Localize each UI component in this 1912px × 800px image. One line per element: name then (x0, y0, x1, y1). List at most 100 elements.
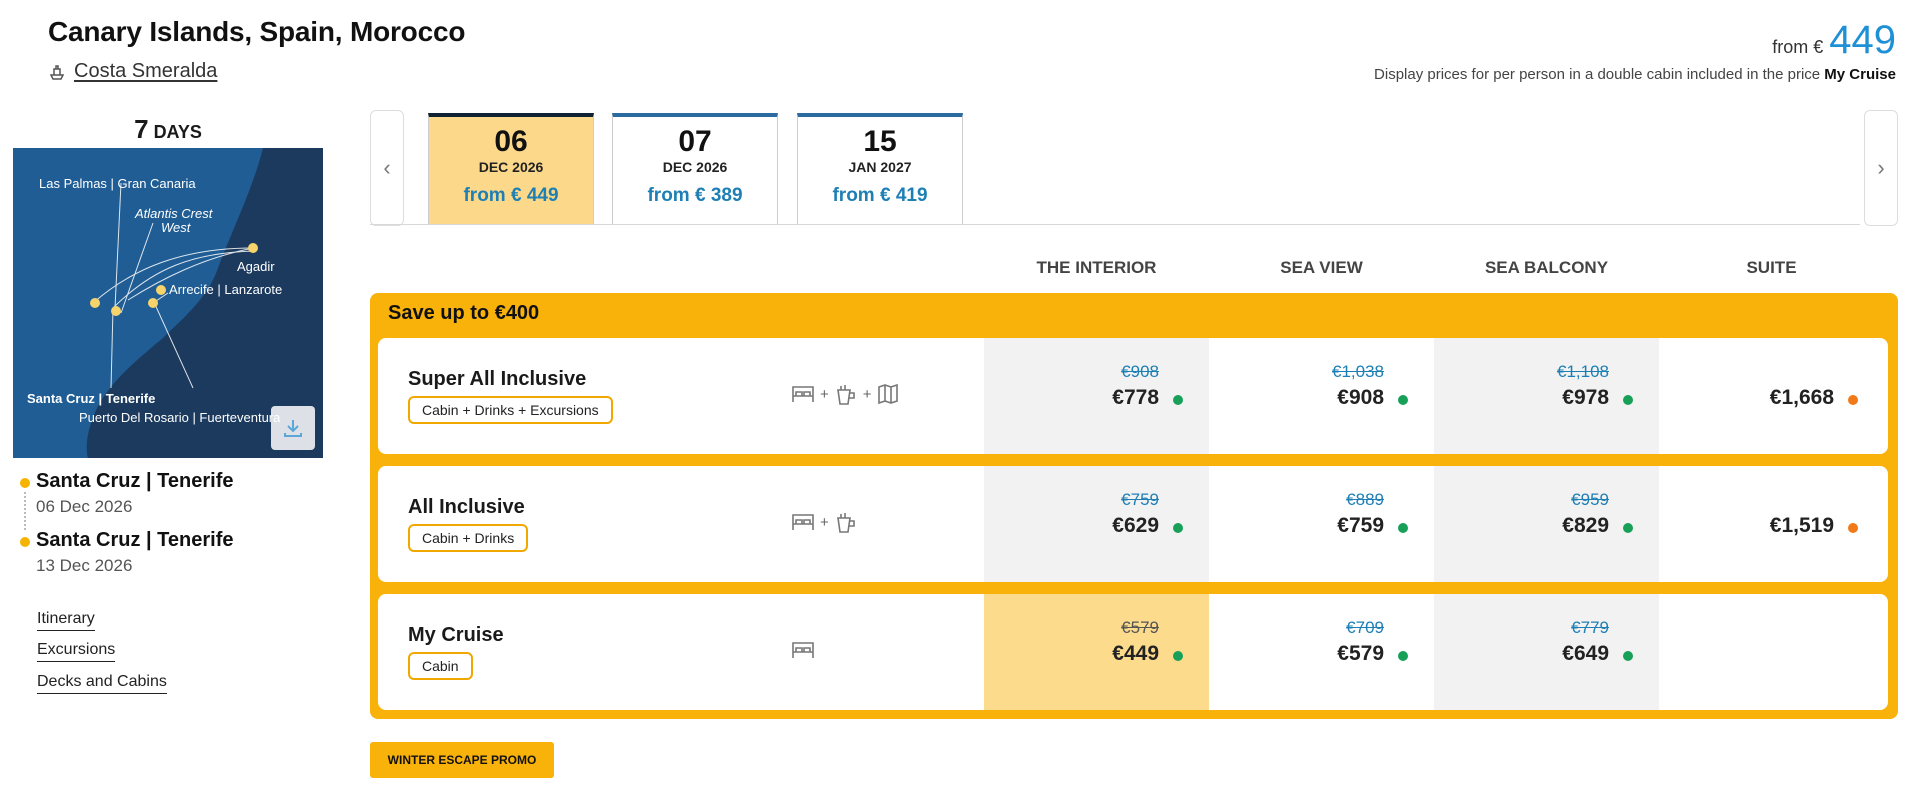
date-tab-0[interactable]: 06 DEC 2026 from € 449 (428, 113, 594, 224)
ship-name[interactable]: Costa Smeralda (74, 60, 217, 83)
old-price: €709 (1346, 618, 1384, 637)
tabs-divider (370, 224, 1860, 225)
departure-date: 06 Dec 2026 (36, 497, 133, 516)
route-connector (24, 492, 26, 530)
tab-month: JAN 2027 (848, 159, 912, 175)
chevron-left-icon: ‹ (383, 155, 391, 180)
link-excursions[interactable]: Excursions (37, 641, 116, 662)
arrival-stop: Santa Cruz | Tenerife 13 Dec 2026 (20, 529, 234, 576)
old-price: €579 (1121, 618, 1159, 637)
map-label: West (161, 220, 192, 235)
availability-dot (1848, 523, 1858, 533)
price-cell[interactable]: €709 €579 (1209, 594, 1434, 710)
package-row-my-cruise: €579 €449 €709 €579 €779 €649 My Cruise … (378, 594, 1888, 710)
col-sea-balcony: SEA BALCONY (1484, 258, 1609, 277)
package-tag: Cabin + Drinks (408, 524, 529, 552)
departure-port: Santa Cruz | Tenerife (20, 470, 234, 493)
drink-icon (836, 513, 855, 533)
price-from-label: from € (1772, 37, 1824, 57)
promo-title: Save up to €400 (388, 302, 540, 324)
map-download-button[interactable] (271, 406, 315, 450)
port-marker (90, 298, 100, 308)
package-name: My Cruise (408, 624, 504, 646)
days-label: DAYS (153, 122, 202, 142)
old-price: €759 (1121, 490, 1159, 509)
map-icon (877, 383, 898, 405)
tab-month: DEC 2026 (478, 159, 544, 175)
price-cell-selected[interactable]: €579 €449 (984, 594, 1209, 710)
map-label: Santa Cruz | Tenerife (27, 391, 155, 406)
next-dates-button[interactable]: › (1864, 110, 1898, 226)
duration: 7 DAYS (12, 114, 324, 145)
price-cell[interactable]: €759 €629 (984, 466, 1209, 582)
col-suite: SUITE (1746, 258, 1797, 277)
ship-icon (49, 64, 65, 80)
package-icons: + (790, 510, 859, 534)
new-price: €978 (1562, 386, 1609, 409)
price-cell[interactable]: €1,038 €908 (1209, 338, 1434, 454)
prev-dates-button[interactable]: ‹ (370, 110, 404, 226)
new-price: €778 (1112, 386, 1159, 409)
old-price: €1,038 (1332, 362, 1384, 381)
map-label: Agadir (237, 259, 275, 274)
arrival-port: Santa Cruz | Tenerife (20, 529, 234, 552)
price-cell[interactable]: €1,519 (1659, 466, 1884, 582)
new-price: €1,668 (1769, 386, 1834, 409)
old-price: €889 (1346, 490, 1384, 509)
availability-dot (1398, 395, 1408, 405)
days-number: 7 (134, 114, 149, 144)
port-marker (148, 298, 158, 308)
map-label: Arrecife | Lanzarote (169, 282, 282, 297)
promo-button[interactable]: WINTER ESCAPE PROMO (370, 742, 554, 778)
date-tab-1[interactable]: 07 DEC 2026 from € 389 (612, 113, 778, 224)
departure-stop: Santa Cruz | Tenerife 06 Dec 2026 (20, 470, 234, 517)
package-icons (790, 638, 816, 662)
tab-month: DEC 2026 (662, 159, 728, 175)
old-price: €959 (1571, 490, 1609, 509)
price-cell-empty (1659, 594, 1884, 710)
package-row-super-all-inclusive: €908 €778 €1,038 €908 €1,108 €978 €1,668… (378, 338, 1888, 454)
price-note-bold: My Cruise (1824, 66, 1896, 83)
arrival-date: 13 Dec 2026 (36, 556, 133, 575)
old-price: €908 (1121, 362, 1159, 381)
page-title: Canary Islands, Spain, Morocco (48, 16, 466, 47)
new-price: €629 (1112, 514, 1159, 537)
price-note: Display prices for per person in a doubl… (1374, 66, 1896, 83)
price-cell[interactable]: €959 €829 (1434, 466, 1659, 582)
itinerary-map[interactable]: Las Palmas | Gran Canaria Atlantis Crest… (13, 148, 323, 458)
new-price: €649 (1562, 642, 1609, 665)
package-icons: + + (790, 382, 902, 406)
chevron-right-icon: › (1877, 155, 1885, 180)
tab-day: 15 (863, 125, 897, 158)
link-decks-cabins[interactable]: Decks and Cabins (37, 673, 167, 694)
new-price: €759 (1337, 514, 1384, 537)
download-icon (284, 420, 302, 437)
package-tag: Cabin (408, 652, 473, 680)
price-cell[interactable]: €1,668 (1659, 338, 1884, 454)
price-cell[interactable]: €779 €649 (1434, 594, 1659, 710)
old-price: €1,108 (1557, 362, 1609, 381)
link-itinerary[interactable]: Itinerary (37, 610, 95, 631)
availability-dot (1623, 395, 1633, 405)
new-price: €908 (1337, 386, 1384, 409)
availability-dot (1848, 395, 1858, 405)
ship-link[interactable]: Costa Smeralda (48, 60, 217, 83)
bed-icon (792, 386, 814, 402)
col-interior: THE INTERIOR (1036, 258, 1157, 277)
tab-day: 06 (494, 125, 528, 158)
date-tab-2[interactable]: 15 JAN 2027 from € 419 (797, 113, 963, 224)
package-row-all-inclusive: €759 €629 €889 €759 €959 €829 €1,519 All… (378, 466, 1888, 582)
price-note-text: Display prices for per person in a doubl… (1374, 66, 1821, 83)
availability-dot (1623, 523, 1633, 533)
tab-price: from € 389 (647, 185, 743, 206)
price-cell[interactable]: €889 €759 (1209, 466, 1434, 582)
price-from-value: 449 (1829, 18, 1896, 62)
tab-day: 07 (678, 125, 712, 158)
map-label: Atlantis Crest (134, 206, 214, 221)
availability-dot (1398, 651, 1408, 661)
availability-dot (1398, 523, 1408, 533)
price-cell[interactable]: €908 €778 (984, 338, 1209, 454)
tab-price: from € 419 (832, 185, 928, 206)
price-cell[interactable]: €1,108 €978 (1434, 338, 1659, 454)
tab-price: from € 449 (463, 185, 559, 206)
